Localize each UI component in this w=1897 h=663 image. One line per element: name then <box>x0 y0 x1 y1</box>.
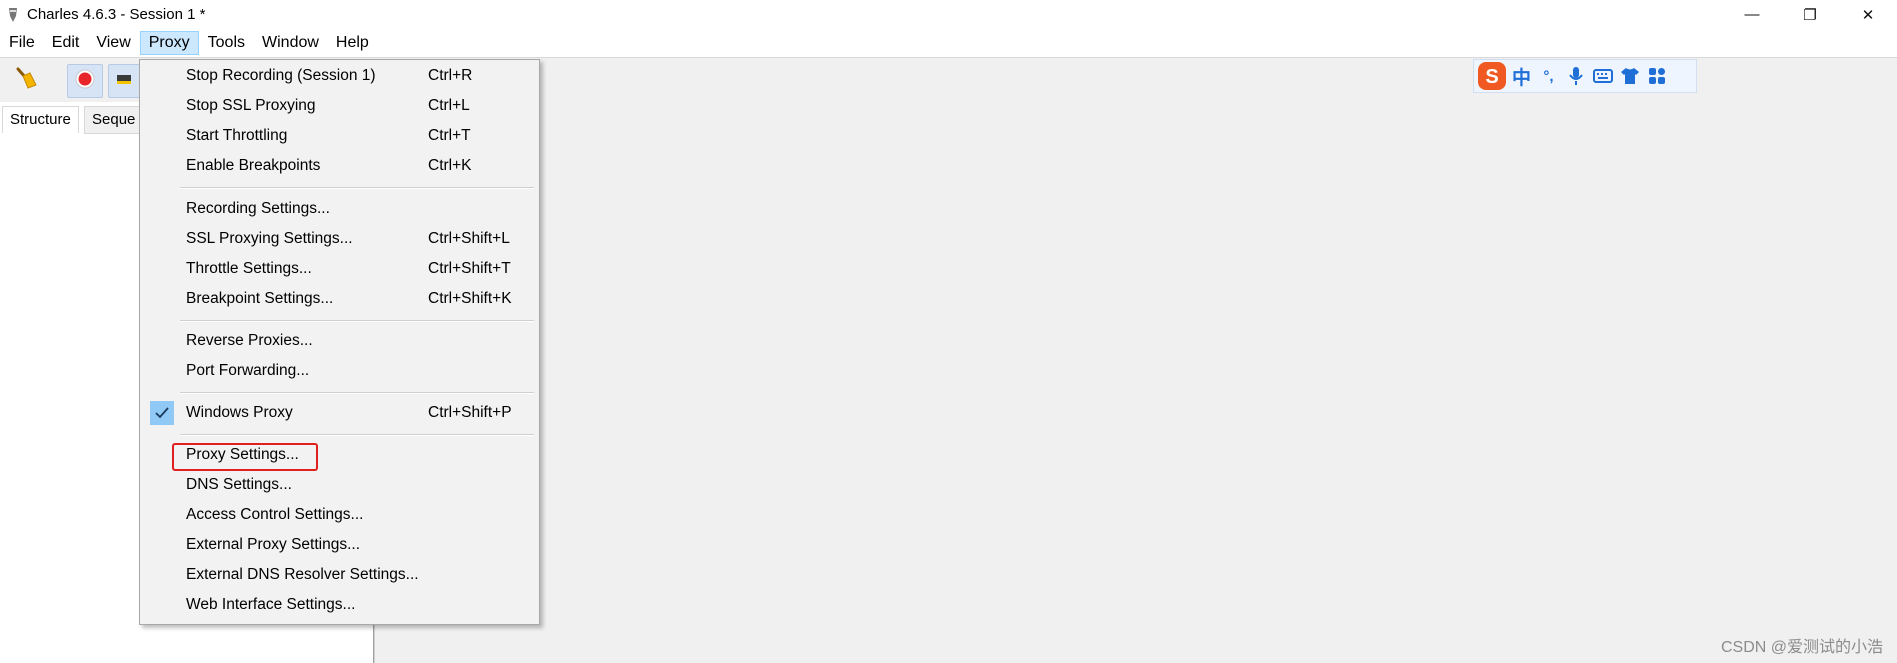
menu-item-stop-ssl-proxying[interactable]: Stop SSL Proxying Ctrl+L <box>140 92 539 122</box>
menu-help[interactable]: Help <box>328 31 377 55</box>
shirt-icon[interactable] <box>1616 62 1643 90</box>
menu-item-shortcut: Ctrl+Shift+P <box>428 404 512 421</box>
throttle-button[interactable] <box>108 64 140 98</box>
menu-item-port-forwarding[interactable]: Port Forwarding... <box>140 357 539 387</box>
menu-item-label: External Proxy Settings... <box>186 536 361 553</box>
keyboard-icon[interactable] <box>1589 62 1616 90</box>
menu-bar: File Edit View Proxy Tools Window Help <box>0 29 1897 57</box>
menu-item-stop-recording[interactable]: Stop Recording (Session 1) Ctrl+R <box>140 62 539 92</box>
menu-item-label: Web Interface Settings... <box>186 596 356 613</box>
menu-item-dns-settings[interactable]: DNS Settings... <box>140 471 539 501</box>
sogou-logo-icon[interactable]: S <box>1476 60 1508 92</box>
ime-punctuation-toggle[interactable]: °, <box>1535 62 1562 90</box>
menu-item-shortcut: Ctrl+Shift+T <box>428 260 511 277</box>
record-button[interactable] <box>67 64 103 98</box>
menu-item-web-interface-settings[interactable]: Web Interface Settings... <box>140 591 539 621</box>
minimize-button[interactable]: — <box>1723 0 1781 29</box>
svg-text:S: S <box>1485 66 1498 88</box>
detail-panel <box>374 102 1897 663</box>
broom-icon <box>13 65 39 96</box>
menu-item-recording-settings[interactable]: Recording Settings... <box>140 195 539 225</box>
menu-item-label: External DNS Resolver Settings... <box>186 566 419 583</box>
menu-tools[interactable]: Tools <box>200 31 253 55</box>
menu-separator <box>180 434 534 436</box>
menu-item-label: Start Throttling <box>186 127 288 144</box>
ime-toolbar: S 中 °, <box>1473 59 1697 93</box>
microphone-icon[interactable] <box>1562 62 1589 90</box>
menu-item-breakpoint-settings[interactable]: Breakpoint Settings... Ctrl+Shift+K <box>140 285 539 315</box>
menu-item-shortcut: Ctrl+R <box>428 67 473 84</box>
menu-edit[interactable]: Edit <box>44 31 88 55</box>
checkmark-icon <box>150 401 174 425</box>
menu-separator <box>180 320 534 322</box>
menu-item-reverse-proxies[interactable]: Reverse Proxies... <box>140 327 539 357</box>
menu-proxy[interactable]: Proxy <box>139 31 199 55</box>
menu-item-windows-proxy[interactable]: Windows Proxy Ctrl+Shift+P <box>140 399 539 429</box>
menu-item-label: SSL Proxying Settings... <box>186 230 353 247</box>
menu-view[interactable]: View <box>88 31 138 55</box>
menu-item-label: Reverse Proxies... <box>186 332 313 349</box>
tab-sequence[interactable]: Seque <box>84 106 144 134</box>
menu-window[interactable]: Window <box>254 31 327 55</box>
menu-item-external-dns-resolver-settings[interactable]: External DNS Resolver Settings... <box>140 561 539 591</box>
menu-item-label: Stop Recording (Session 1) <box>186 67 376 84</box>
menu-item-shortcut: Ctrl+T <box>428 127 471 144</box>
menu-item-label: Port Forwarding... <box>186 362 310 379</box>
menu-item-label: Recording Settings... <box>186 200 330 217</box>
watermark: CSDN @爱测试的小浩 <box>1720 639 1883 656</box>
menu-item-label: Breakpoint Settings... <box>186 290 334 307</box>
menu-item-enable-breakpoints[interactable]: Enable Breakpoints Ctrl+K <box>140 152 539 182</box>
window-controls: — ❐ ✕ <box>1723 0 1897 29</box>
title-bar: Charles 4.6.3 - Session 1 * — ❐ ✕ <box>0 0 1897 29</box>
menu-item-shortcut: Ctrl+K <box>428 157 472 174</box>
menu-separator <box>180 392 534 394</box>
menu-item-start-throttling[interactable]: Start Throttling Ctrl+T <box>140 122 539 152</box>
menu-item-label: Throttle Settings... <box>186 260 312 277</box>
menu-item-label: Enable Breakpoints <box>186 157 321 174</box>
charles-app-icon <box>4 6 22 24</box>
menu-item-shortcut: Ctrl+Shift+L <box>428 230 510 247</box>
menu-item-external-proxy-settings[interactable]: External Proxy Settings... <box>140 531 539 561</box>
menu-item-access-control-settings[interactable]: Access Control Settings... <box>140 501 539 531</box>
grid-icon[interactable] <box>1643 62 1670 90</box>
clear-session-button[interactable] <box>9 64 43 96</box>
menu-item-label: Stop SSL Proxying <box>186 97 316 114</box>
menu-file[interactable]: File <box>1 31 43 55</box>
ime-mode-toggle[interactable]: 中 <box>1508 62 1535 90</box>
tab-structure[interactable]: Structure <box>2 106 79 133</box>
restore-button[interactable]: ❐ <box>1781 0 1839 29</box>
record-icon <box>74 68 96 95</box>
window-title: Charles 4.6.3 - Session 1 * <box>27 6 206 23</box>
menu-item-label: Windows Proxy <box>186 404 293 421</box>
menu-item-shortcut: Ctrl+L <box>428 97 470 114</box>
menu-separator <box>180 187 534 189</box>
close-button[interactable]: ✕ <box>1839 0 1897 29</box>
menu-item-label: Access Control Settings... <box>186 506 364 523</box>
menu-item-throttle-settings[interactable]: Throttle Settings... Ctrl+Shift+T <box>140 255 539 285</box>
menu-item-label: DNS Settings... <box>186 476 292 493</box>
turtle-icon <box>114 69 134 94</box>
menu-item-shortcut: Ctrl+Shift+K <box>428 290 512 307</box>
proxy-menu-dropdown: Stop Recording (Session 1) Ctrl+R Stop S… <box>139 59 540 625</box>
menu-item-ssl-proxying-settings[interactable]: SSL Proxying Settings... Ctrl+Shift+L <box>140 225 539 255</box>
annotation-highlight-box <box>172 443 318 471</box>
